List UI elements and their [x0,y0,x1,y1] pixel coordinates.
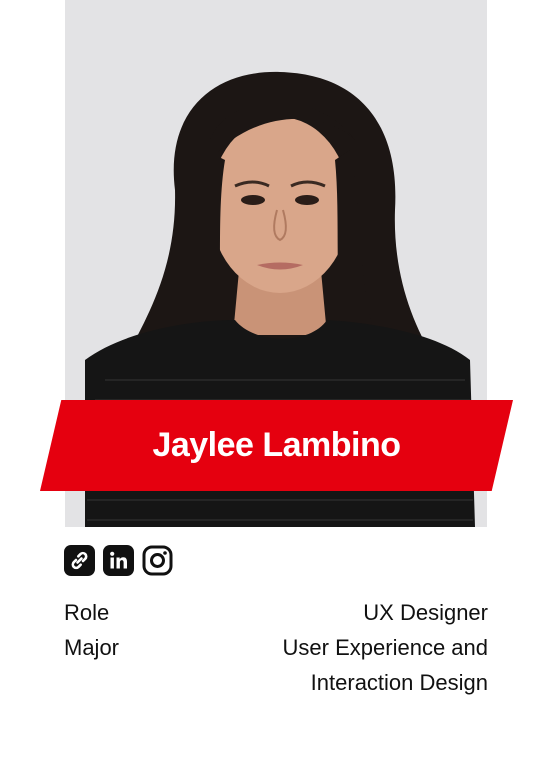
instagram-link-button[interactable] [142,545,173,576]
major-value-line-1: User Experience and [282,635,488,660]
major-value: User Experience and Interaction Design [283,630,488,700]
linkedin-link-button[interactable] [103,545,134,576]
instagram-icon [142,545,173,576]
major-label: Major [64,635,120,660]
portfolio-link-button[interactable] [64,545,95,576]
major-value-line-2: Interaction Design [310,670,488,695]
role-label: Role [64,600,110,625]
student-name: Jaylee Lambino [152,426,401,464]
linkedin-icon [103,545,134,576]
role-row: Role UX Designer [64,595,488,630]
social-links [64,545,173,576]
role-value: UX Designer [363,600,488,625]
major-row: Major User Experience and Interaction De… [64,630,488,700]
name-banner: Jaylee Lambino [40,400,513,491]
link-icon [64,545,95,576]
